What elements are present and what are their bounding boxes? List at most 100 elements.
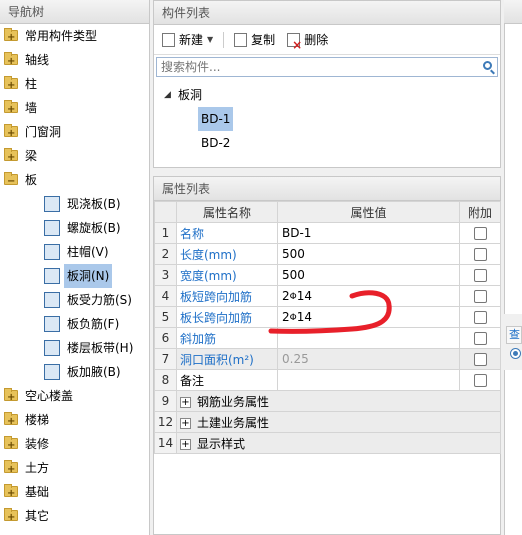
nav-item-slab[interactable]: 板 [0, 168, 149, 194]
nav-item-decoration[interactable]: 装修 [0, 432, 149, 458]
property-value-cell[interactable]: 2Φ14 [277, 285, 460, 307]
property-row-opening-area[interactable]: 7 洞口面积(m²) 0.25 [154, 348, 501, 370]
header-num [154, 201, 177, 223]
folder-icon [4, 434, 18, 458]
component-item-bd1[interactable]: BD-1 [154, 107, 500, 131]
nav-item-door-window[interactable]: 门窗洞 [0, 120, 149, 146]
additional-checkbox[interactable] [473, 290, 487, 303]
nav-subitem-column-cap[interactable]: 柱帽(V) [0, 240, 149, 264]
property-value-cell[interactable] [277, 327, 460, 349]
collapse-triangle-icon[interactable]: ◢ [164, 83, 171, 107]
property-row-short-span-rebar[interactable]: 4 板短跨向加筋 2Φ14 [154, 285, 501, 307]
slab-haunch-icon [44, 364, 60, 380]
folder-icon [4, 122, 18, 146]
cast-slab-icon [44, 196, 60, 212]
search-icon[interactable] [483, 61, 492, 70]
nav-item-beam[interactable]: 梁 [0, 144, 149, 170]
component-search-box [156, 57, 498, 77]
property-row-remark[interactable]: 8 备注 [154, 369, 501, 391]
rebar-grade-symbol: Φ [289, 313, 297, 323]
additional-checkbox[interactable] [473, 248, 487, 261]
property-value-cell[interactable]: BD-1 [277, 222, 460, 244]
expand-plus-icon[interactable]: + [180, 438, 191, 450]
property-group-civil[interactable]: 12 + 土建业务属性 [154, 411, 501, 433]
nav-subitem-floor-strip[interactable]: 楼层板带(H) [0, 336, 149, 360]
property-row-diagonal-rebar[interactable]: 6 斜加筋 [154, 327, 501, 349]
nav-item-stairs[interactable]: 楼梯 [0, 408, 149, 434]
component-item-bd2[interactable]: BD-2 [154, 131, 500, 155]
additional-checkbox[interactable] [473, 227, 487, 240]
nav-subitem-cast-slab[interactable]: 现浇板(B) [0, 192, 149, 216]
copy-button[interactable]: 复制 [230, 29, 279, 50]
property-value-cell[interactable]: 500 [277, 243, 460, 265]
folder-icon [4, 74, 18, 98]
property-value-cell[interactable]: 500 [277, 264, 460, 286]
additional-checkbox[interactable] [473, 332, 487, 345]
nav-subitem-slab-rebar[interactable]: 板受力筋(S) [0, 288, 149, 312]
navigation-tree-panel: 导航树 常用构件类型 轴线 柱 墙 门窗洞 梁 板 现浇板(B) 螺旋板(B) … [0, 0, 150, 535]
additional-checkbox[interactable] [473, 269, 487, 282]
slab-hole-icon [44, 268, 60, 284]
nav-item-column[interactable]: 柱 [0, 72, 149, 98]
nav-item-earthwork[interactable]: 土方 [0, 456, 149, 482]
rebar-grade-symbol: Φ [289, 292, 297, 302]
spiral-slab-icon [44, 220, 60, 236]
right-side-panel: 查 [504, 0, 522, 535]
right-panel-lower [504, 370, 522, 535]
radio-button[interactable] [510, 348, 521, 359]
property-row-width[interactable]: 3 宽度(mm) 500 [154, 264, 501, 286]
component-search-input[interactable] [157, 58, 497, 76]
expand-plus-icon[interactable]: + [180, 417, 191, 429]
property-list-title: 属性列表 [154, 177, 500, 201]
property-value-cell[interactable] [277, 369, 460, 391]
folder-icon [4, 458, 18, 482]
header-name: 属性名称 [176, 201, 278, 223]
new-button[interactable]: 新建 ▼ [158, 29, 217, 50]
nav-item-other[interactable]: 其它 [0, 504, 149, 530]
property-row-length[interactable]: 2 长度(mm) 500 [154, 243, 501, 265]
new-document-icon [162, 32, 175, 47]
nav-panel-title: 导航树 [0, 0, 149, 24]
nav-subitem-spiral-slab[interactable]: 螺旋板(B) [0, 216, 149, 240]
property-group-display[interactable]: 14 + 显示样式 [154, 432, 501, 454]
nav-subitem-slab-negative-rebar[interactable]: 板负筋(F) [0, 312, 149, 336]
nav-item-foundation[interactable]: 基础 [0, 480, 149, 506]
right-search-tab[interactable]: 查 [506, 326, 522, 344]
slab-rebar-icon [44, 292, 60, 308]
component-tree: ◢ 板洞 BD-1 BD-2 [154, 77, 500, 155]
additional-checkbox[interactable] [473, 353, 487, 366]
right-panel-header [504, 0, 522, 24]
property-group-rebar[interactable]: 9 + 钢筋业务属性 [154, 390, 501, 412]
nav-item-hollow-floor[interactable]: 空心楼盖 [0, 384, 149, 410]
additional-checkbox[interactable] [473, 311, 487, 324]
property-table-header: 属性名称 属性值 附加 [154, 201, 501, 223]
nav-subitem-slab-hole[interactable]: 板洞(N) [0, 264, 149, 288]
expand-plus-icon[interactable]: + [180, 396, 191, 408]
header-add: 附加 [459, 201, 501, 223]
property-row-name[interactable]: 1 名称 BD-1 [154, 222, 501, 244]
component-toolbar: 新建 ▼ 复制 删除 [154, 25, 500, 55]
copy-icon [234, 32, 248, 47]
property-row-long-span-rebar[interactable]: 5 板长跨向加筋 2Φ14 [154, 306, 501, 328]
additional-checkbox[interactable] [473, 374, 487, 387]
folder-icon [4, 386, 18, 410]
folder-icon [4, 410, 18, 434]
folder-icon [4, 26, 18, 50]
right-panel-upper [504, 24, 522, 314]
nav-item-common-types[interactable]: 常用构件类型 [0, 24, 149, 50]
component-list-panel: 构件列表 新建 ▼ 复制 删除 ◢ 板洞 BD-1 BD-2 [153, 0, 501, 168]
component-list-title: 构件列表 [154, 1, 500, 25]
nav-item-wall[interactable]: 墙 [0, 96, 149, 122]
chevron-down-icon[interactable]: ▼ [207, 35, 213, 44]
toolbar-divider [223, 31, 225, 48]
property-value-cell: 0.25 [277, 348, 460, 370]
component-tree-root[interactable]: ◢ 板洞 [154, 83, 500, 107]
delete-button[interactable]: 删除 [283, 29, 332, 52]
folder-icon [4, 482, 18, 506]
floor-strip-icon [44, 340, 60, 356]
delete-icon [287, 32, 302, 52]
nav-subitem-slab-haunch[interactable]: 板加腋(B) [0, 360, 149, 384]
property-value-cell[interactable]: 2Φ14 [277, 306, 460, 328]
nav-item-axis[interactable]: 轴线 [0, 48, 149, 74]
column-cap-icon [44, 244, 60, 260]
